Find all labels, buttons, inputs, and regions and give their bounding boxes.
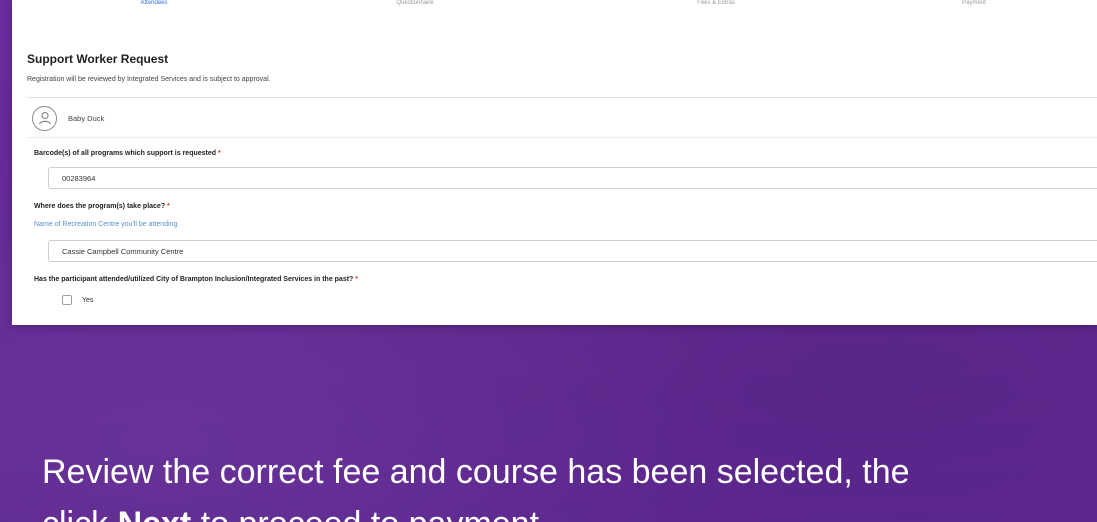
step-payment[interactable]: Payment [962,0,986,6]
step-fees-extras[interactable]: Fees & Extras [697,0,735,6]
person-icon [32,105,57,131]
required-marker: * [218,150,221,157]
participant-row: Baby Duck [32,104,104,132]
required-marker: * [355,276,359,283]
barcode-input[interactable]: 00283964 [48,167,1097,189]
location-help-text: Name of Recreation Centre you'll be atte… [34,221,178,228]
barcode-label: Barcode(s) of all programs which support… [34,150,221,157]
caption-line-2-post: to proceed to payment. [191,505,549,522]
barcode-label-text: Barcode(s) of all programs which support… [34,150,217,157]
divider [27,97,1097,98]
progress-steps: Attendees Questionnaire Fees & Extras Pa… [12,0,1097,10]
past-services-label-text: Has the participant attended/utilized Ci… [34,276,354,283]
step-questionnaire[interactable]: Questionnaire [396,0,433,6]
location-label: Where does the program(s) take place? * [34,203,170,210]
yes-checkbox-row[interactable]: Yes [62,295,93,305]
step-attendees[interactable]: Attendees [140,0,167,6]
location-label-text: Where does the program(s) take place? [34,203,166,210]
participant-name: Baby Duck [68,113,105,123]
registration-page: Attendees Questionnaire Fees & Extras Pa… [12,0,1097,325]
past-services-label: Has the participant attended/utilized Ci… [34,276,358,283]
caption-line-2: click Next to proceed to payment. [42,500,548,522]
section-subtitle: Registration will be reviewed by Integra… [27,76,271,83]
caption-next-emphasis: Next [118,505,192,522]
caption-line-1: Review the correct fee and course has be… [42,453,910,491]
section-title: Support Worker Request [27,52,169,66]
divider [27,137,1097,138]
yes-checkbox-label[interactable]: Yes [82,297,93,304]
location-input[interactable]: Cassie Campbell Community Centre [48,240,1097,262]
required-marker: * [167,203,170,210]
yes-checkbox[interactable] [62,295,72,305]
caption-line-2-pre: click [42,505,118,522]
